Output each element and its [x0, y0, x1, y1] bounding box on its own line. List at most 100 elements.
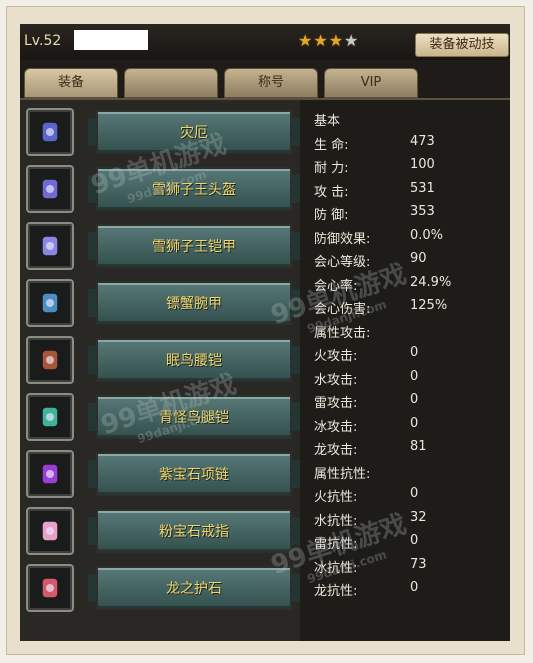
- basic-stat-line: 会心伤害: 125%: [314, 298, 447, 317]
- equipment-slot[interactable]: [26, 165, 74, 213]
- equipment-name-banner[interactable]: 眠鸟腰铠: [88, 340, 300, 380]
- stat-value: 32: [410, 509, 427, 525]
- elemental-resist-line: 火抗性: 0: [314, 486, 418, 505]
- equipment-row[interactable]: 灾厄: [20, 102, 300, 159]
- elemental-resist-line: 雷抗性: 0: [314, 533, 418, 552]
- equipment-name-banner[interactable]: 镖蟹腕甲: [88, 283, 300, 323]
- stat-label: 会心等级:: [314, 255, 371, 270]
- equipment-row[interactable]: 眠鸟腰铠: [20, 330, 300, 387]
- equipment-row[interactable]: 粉宝石戒指: [20, 501, 300, 558]
- character-level: Lv.52: [24, 33, 62, 49]
- stat-label: 火抗性:: [314, 490, 358, 505]
- equipment-slot[interactable]: [26, 564, 74, 612]
- stat-value: 531: [410, 180, 435, 196]
- equipment-row[interactable]: 青怪鸟腿铠: [20, 387, 300, 444]
- equipment-name: 雪狮子王头盔: [152, 182, 236, 198]
- equipment-name: 紫宝石项链: [159, 467, 229, 483]
- belt-icon: [36, 346, 64, 374]
- stat-label: 龙攻击:: [314, 443, 358, 458]
- game-screen: Lv.52 ★ ★ ★ ★ 装备被动技 装备 称号 VIP 灾厄雪狮子王头盔 雪狮子王铠…: [20, 24, 510, 641]
- equipment-slot[interactable]: [26, 279, 74, 327]
- stat-value: 0: [410, 392, 419, 407]
- stat-label: 防御效果:: [314, 231, 371, 247]
- stat-value: 0: [410, 533, 419, 548]
- basic-stat-line: 防御效果: 0.0%: [314, 228, 443, 247]
- stat-value: 473: [410, 133, 435, 149]
- equip-passive-skill-button[interactable]: 装备被动技: [415, 33, 509, 57]
- equipment-row[interactable]: 镖蟹腕甲: [20, 273, 300, 330]
- elemental-attack-line: 火攻击: 0: [314, 345, 418, 364]
- star-icon: ★: [344, 31, 359, 50]
- elemental-resist-heading: 属性抗性:: [314, 466, 371, 482]
- equipment-row[interactable]: 紫宝石项链: [20, 444, 300, 501]
- equipment-name: 青怪鸟腿铠: [159, 410, 229, 426]
- equipment-row[interactable]: 龙之护石: [20, 558, 300, 615]
- equipment-name: 雪狮子王铠甲: [152, 239, 236, 255]
- equipment-name: 灾厄: [180, 125, 208, 141]
- chest-armor-icon: [36, 232, 64, 260]
- equipment-name: 眠鸟腰铠: [166, 353, 222, 369]
- stat-value: 353: [410, 204, 435, 219]
- equipment-name-banner[interactable]: 青怪鸟腿铠: [88, 397, 300, 437]
- star-icon: ★: [328, 31, 344, 50]
- equipment-slot[interactable]: [26, 336, 74, 384]
- equipment-name-banner[interactable]: 雪狮子王铠甲: [88, 226, 300, 266]
- equipment-name-banner[interactable]: 龙之护石: [88, 568, 300, 608]
- basic-stat-line: 耐 力: 100: [314, 157, 435, 176]
- talisman-icon: [36, 574, 64, 602]
- stat-value: 90: [410, 251, 427, 266]
- elemental-attack-heading: 属性攻击:: [314, 325, 371, 341]
- bracer-icon: [36, 118, 64, 146]
- stat-value: 24.9%: [410, 274, 452, 290]
- stat-value: 81: [410, 439, 427, 454]
- necklace-icon: [36, 460, 64, 488]
- character-name-redacted: [74, 30, 148, 50]
- equipment-name-banner[interactable]: 粉宝石戒指: [88, 511, 300, 551]
- stat-value: 0: [410, 486, 419, 501]
- equipment-name: 粉宝石戒指: [159, 524, 229, 540]
- stat-label: 冰抗性:: [314, 560, 358, 576]
- stat-value: 0: [410, 345, 419, 360]
- equipment-slot[interactable]: [26, 450, 74, 498]
- stat-value: 0: [410, 368, 419, 384]
- elemental-resist-line: 龙抗性: 0: [314, 580, 418, 599]
- equipment-name: 龙之护石: [166, 581, 222, 597]
- stat-value: 0: [410, 580, 419, 595]
- equipment-slot[interactable]: [26, 507, 74, 555]
- equipment-name-banner[interactable]: 灾厄: [88, 112, 300, 152]
- stat-value: 0.0%: [410, 227, 444, 243]
- tab-vip-label: VIP: [360, 75, 382, 90]
- elemental-attack-line: 龙攻击: 81: [314, 439, 427, 458]
- equipment-slot[interactable]: [26, 108, 74, 156]
- stat-value: 0: [410, 415, 419, 431]
- stat-label: 雷抗性:: [314, 537, 358, 552]
- tab-equipment[interactable]: 装备: [24, 68, 118, 98]
- tab-blank[interactable]: [124, 68, 218, 98]
- basic-stat-line: 攻 击: 531: [314, 181, 435, 200]
- tab-bar: 装备 称号 VIP: [20, 68, 510, 98]
- equipment-slot[interactable]: [26, 393, 74, 441]
- equipment-slot[interactable]: [26, 222, 74, 270]
- stat-label: 龙抗性:: [314, 584, 358, 599]
- stats-panel: 基本生 命: 473 耐 力: 100 攻 击: 531 防 御: 353 防御效果: 0.0% 会…: [300, 100, 510, 641]
- stat-value: 125%: [410, 298, 448, 313]
- equipment-name-banner[interactable]: 雪狮子王头盔: [88, 169, 300, 209]
- equipment-name-banner[interactable]: 紫宝石项链: [88, 454, 300, 494]
- stat-label: 会心伤害:: [314, 302, 371, 317]
- stat-label: 攻 击:: [314, 184, 349, 200]
- basic-stat-line: 防 御: 353: [314, 204, 435, 223]
- stat-label: 水抗性:: [314, 513, 358, 529]
- basic-stat-line: 会心等级: 90: [314, 251, 427, 270]
- basic-stat-line: 生 命: 473: [314, 134, 435, 153]
- basic-stats-heading: 基本: [314, 114, 341, 129]
- character-header: Lv.52 ★ ★ ★ ★ 装备被动技: [20, 24, 510, 60]
- equipment-row[interactable]: 雪狮子王头盔: [20, 159, 300, 216]
- tab-vip[interactable]: VIP: [324, 68, 418, 98]
- equipment-row[interactable]: 雪狮子王铠甲: [20, 216, 300, 273]
- elemental-resist-line: 水抗性: 32: [314, 510, 427, 529]
- elemental-attack-line: 雷攻击: 0: [314, 392, 418, 411]
- stat-label: 防 御:: [314, 208, 349, 223]
- star-icon: ★: [298, 31, 313, 50]
- tab-title[interactable]: 称号: [224, 68, 318, 98]
- tab-title-label: 称号: [257, 75, 284, 90]
